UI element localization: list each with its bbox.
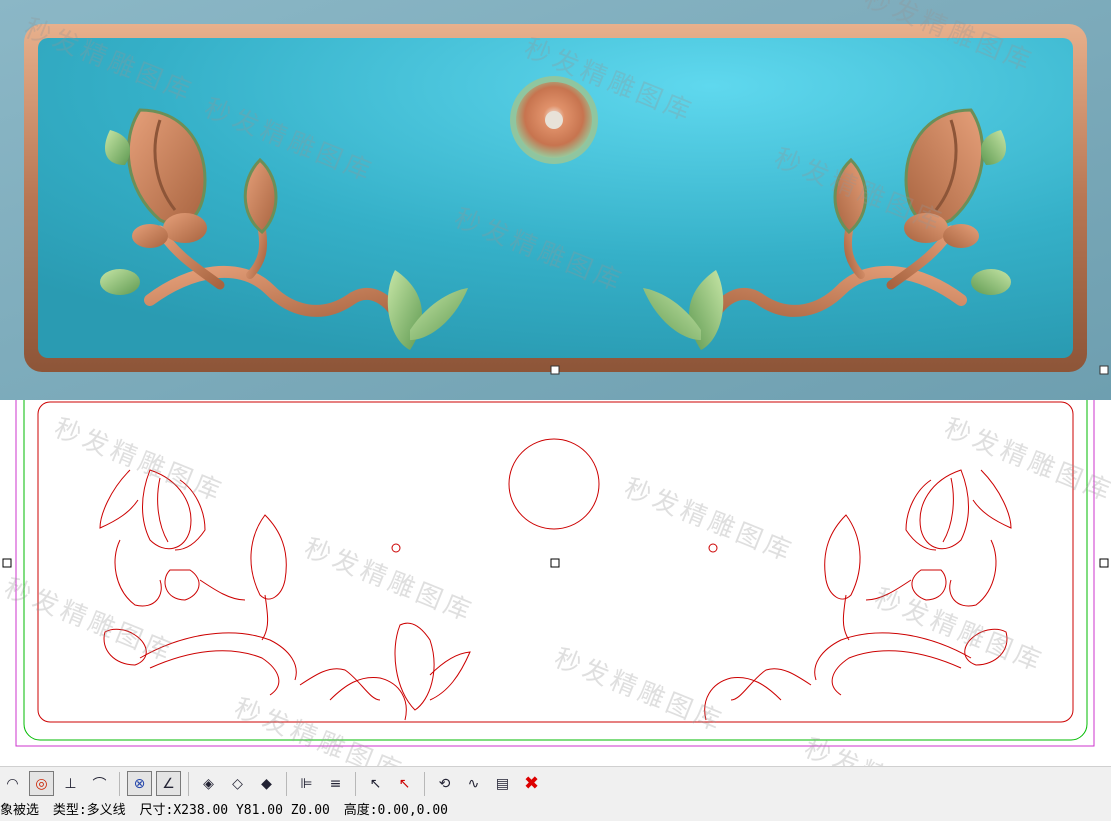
selection-handle[interactable] <box>550 365 560 375</box>
selection-bounding-box <box>15 379 1095 747</box>
align-left-icon[interactable]: ⊫ <box>294 771 319 796</box>
toolbar-separator <box>355 771 356 796</box>
snap-perpendicular-icon[interactable]: ⊥ <box>58 771 83 796</box>
snap-tangent-icon[interactable]: ⌒ <box>87 771 112 796</box>
selection-handle[interactable] <box>1099 365 1109 375</box>
vector-canvas <box>2 379 1109 747</box>
snap-angle-icon[interactable]: ∠ <box>156 771 181 796</box>
status-height-label: 高度: <box>343 803 378 818</box>
toolbar-separator <box>188 771 189 796</box>
snap-center-icon[interactable]: ◎ <box>29 771 54 796</box>
transform-icon[interactable]: ⟲ <box>432 771 457 796</box>
snap-toolbar: ◠ ◎ ⊥ ⌒ ⊗ ∠ ◈ ◇ ◆ ⊫ ≡ ↖ ↖ ⟲ ∿ ▤ ✖ <box>0 766 1111 800</box>
relief-render-view[interactable] <box>0 0 1111 400</box>
toolbar-separator <box>286 771 287 796</box>
toolbar-separator <box>424 771 425 796</box>
status-type-label: 类型: <box>52 803 87 818</box>
node-add-icon[interactable]: ◇ <box>225 771 250 796</box>
status-bar: 对象被选 类型:多义线 尺寸:X238.00 Y81.00 Z0.00 高度:0… <box>0 800 1111 821</box>
vector-drawing-view[interactable] <box>0 379 1111 766</box>
selection-handle-center[interactable] <box>550 558 560 568</box>
select-pointer-icon[interactable]: ↖ <box>363 771 388 796</box>
status-selection: 对象被选 <box>0 803 40 818</box>
status-size-label: 尺寸: <box>139 803 174 818</box>
node-delete-icon[interactable]: ◆ <box>254 771 279 796</box>
relief-render-canvas <box>0 0 1111 400</box>
vector-right-flower <box>704 469 1012 721</box>
center-circle-outline <box>508 438 600 530</box>
vector-left-flower <box>99 469 471 721</box>
delete-pointer-icon[interactable]: ↖ <box>392 771 417 796</box>
align-distribute-icon[interactable]: ≡ <box>323 771 348 796</box>
snap-intersection-icon[interactable]: ⊗ <box>127 771 152 796</box>
delete-icon[interactable]: ✖ <box>519 771 544 796</box>
status-height-value: 0.00,0.00 <box>377 803 448 818</box>
toolbar-separator <box>119 771 120 796</box>
node-edit-icon[interactable]: ◈ <box>196 771 221 796</box>
edit-curve-icon[interactable]: ∿ <box>461 771 486 796</box>
snap-arc-icon[interactable]: ◠ <box>0 771 25 796</box>
selection-handle-right[interactable] <box>1099 558 1109 568</box>
status-type-value: 多义线 <box>86 803 126 818</box>
layer-icon[interactable]: ▤ <box>490 771 515 796</box>
status-size-value: X238.00 Y81.00 Z0.00 <box>173 803 330 818</box>
selection-handle-left[interactable] <box>2 558 12 568</box>
